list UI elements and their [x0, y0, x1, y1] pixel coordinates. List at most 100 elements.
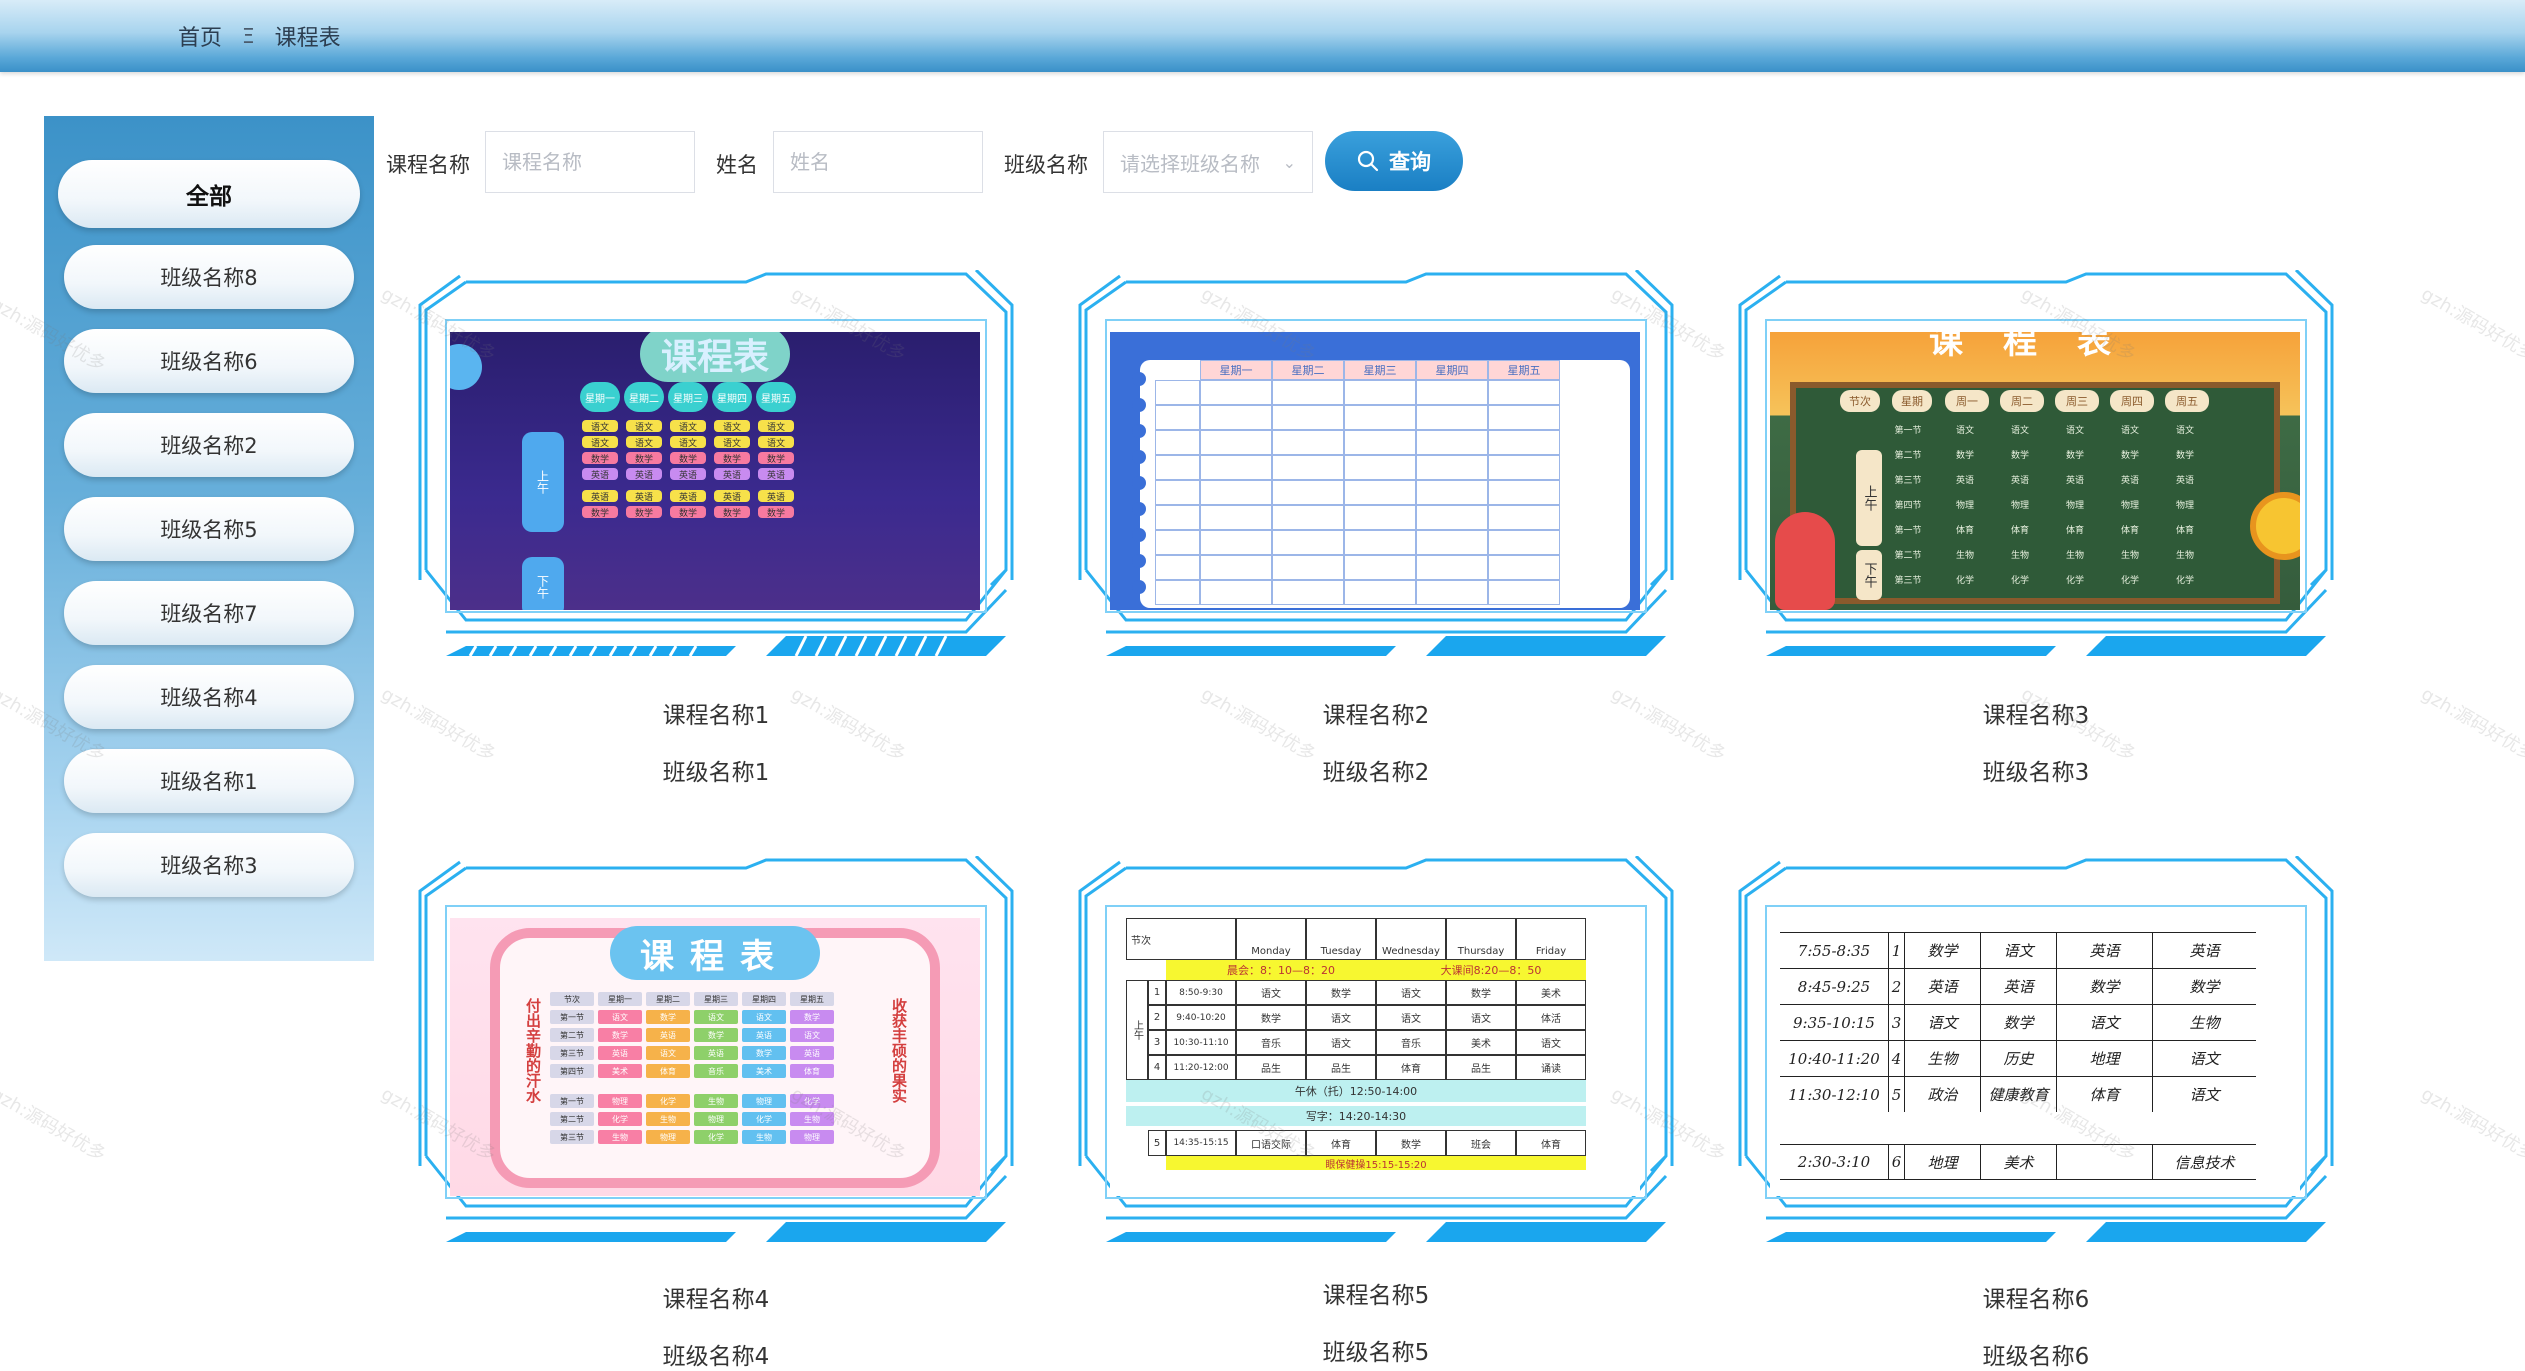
course-name-input[interactable] [485, 131, 695, 193]
name-input[interactable] [773, 131, 983, 193]
course-card-1[interactable]: 课程表 上午 下午 星期一 星期二 星期三 星期四 星期五 语文 语文 语文 语文 语文 语文 语文语… [406, 270, 1026, 800]
sidebar-item-class-8[interactable]: 班级名称8 [64, 245, 354, 309]
sidebar-item-all[interactable]: 全部 [58, 160, 360, 228]
course-card-6[interactable]: 7:55-8:35 1 数学 语文 英语 英语 8:45-9:25 2 英语 英语 数学 数学 9:35… [1726, 856, 2346, 1371]
sidebar-item-class-3[interactable]: 班级名称3 [64, 833, 354, 897]
schedule-cell [1272, 555, 1344, 580]
schedule-cell: 生物 [2120, 550, 2139, 561]
sidebar-item-class-1[interactable]: 班级名称1 [64, 749, 354, 813]
schedule-cell [1200, 580, 1272, 605]
schedule-cell [1344, 505, 1416, 530]
schedule-cell [1200, 380, 1272, 405]
schedule-cell: 口语交际 [1236, 1130, 1306, 1156]
schedule-cell: 英语 [626, 490, 662, 503]
breadcrumb-separator-icon: Ξ [242, 24, 255, 48]
schedule-cell: 体育 [2065, 525, 2084, 536]
binding-ring-icon [1132, 476, 1146, 490]
schedule-cell: 数学 [646, 1010, 690, 1024]
course-card-2[interactable]: 星期一 星期二 星期三 星期四 星期五 课程名称2 班级名称2 [1066, 270, 1686, 800]
schedule-cell: 英语 [582, 468, 618, 481]
schedule-cell: 英语 [714, 490, 750, 503]
schedule-cell: 生物 [694, 1094, 738, 1108]
schedule-cell: 英语 [582, 490, 618, 503]
schedule-cell: 音乐 [694, 1064, 738, 1078]
schedule-cell: 11:20-12:00 [1166, 1055, 1236, 1080]
schedule-cell: 历史 [1980, 1040, 2056, 1076]
watermark-text: gzh:源码好优多 [2417, 283, 2525, 366]
schedule-cell: 语文 [2065, 425, 2084, 436]
schedule-cell: 第一节 [550, 1010, 594, 1024]
schedule-thumbnail: 课程表 上午 下午 节次 星期 周一 周二 周三 周四 周五 第一节 语文 语文 语文 语文 语文 第二节… [1770, 332, 2300, 610]
sidebar-item-class-7[interactable]: 班级名称7 [64, 581, 354, 645]
binding-ring-icon [1132, 372, 1146, 386]
schedule-cell: 化学 [694, 1130, 738, 1144]
schedule-cell: 3 [1148, 1030, 1166, 1055]
schedule-cell: 体育 [1516, 1130, 1586, 1156]
schedule-cell [1488, 555, 1560, 580]
schedule-cell: 生物 [1904, 1040, 1980, 1076]
schedule-cell [1272, 455, 1344, 480]
header-cell: 星期二 [646, 992, 690, 1006]
schedule-cell: 4 [1148, 1055, 1166, 1080]
schedule-cell: 第二节 [1894, 550, 1922, 561]
left-slogan: 付出辛勤的汗水 [524, 998, 542, 1103]
schedule-cell: 生物 [2010, 550, 2029, 561]
header-cell: Friday [1516, 918, 1586, 960]
schedule-cell: 英语 [670, 468, 706, 481]
schedule-cell: 第四节 [1894, 500, 1922, 511]
schedule-cell: 英语 [1955, 475, 1974, 486]
class-name-label: 班级名称 [1004, 153, 1088, 177]
schedule-cell: 化学 [2065, 575, 2084, 586]
watermark-text: gzh:源码好优多 [0, 1083, 110, 1166]
schedule-cell: 英语 [2175, 475, 2194, 486]
sidebar-item-class-4[interactable]: 班级名称4 [64, 665, 354, 729]
header-cell: 周一 [1945, 390, 1989, 412]
query-button[interactable]: 查询 [1325, 131, 1463, 191]
schedule-cell: 英语 [2120, 475, 2139, 486]
schedule-cell: 1 [1148, 980, 1166, 1005]
thumbnail-title: 课程表 [640, 332, 790, 382]
schedule-cell [1200, 405, 1272, 430]
day-header: 星期二 [1272, 360, 1344, 380]
search-icon [1357, 150, 1379, 172]
schedule-cell: 美术 [1516, 980, 1586, 1005]
card-title: 课程名称6 [1982, 1287, 2090, 1313]
schedule-cell: 英语 [1904, 968, 1980, 1004]
schedule-cell: 数学 [1980, 1004, 2056, 1040]
bar-cell: 午休（托）12:50-14:00 [1126, 1080, 1586, 1102]
schedule-cell: 生物 [2175, 550, 2194, 561]
schedule-cell: 英语 [1980, 968, 2056, 1004]
schedule-cell [2056, 1144, 2152, 1180]
course-card-3[interactable]: 课程表 上午 下午 节次 星期 周一 周二 周三 周四 周五 第一节 语文 语文 语文 语文 语文 第二节… [1726, 270, 2346, 800]
schedule-cell [1200, 530, 1272, 555]
schedule-cell: 数学 [714, 452, 750, 465]
schedule-cell: 语文 [1376, 1005, 1446, 1030]
card-class: 班级名称2 [1322, 760, 1430, 786]
schedule-cell: 数学 [626, 452, 662, 465]
schedule-cell: 语文 [1236, 980, 1306, 1005]
schedule-cell: 语文 [626, 420, 662, 433]
breadcrumb-home-link[interactable]: 首页 [178, 20, 222, 52]
sidebar-item-class-2[interactable]: 班级名称2 [64, 413, 354, 477]
schedule-cell: 生物 [742, 1130, 786, 1144]
schedule-cell: 班会 [1446, 1130, 1516, 1156]
schedule-cell [1155, 530, 1200, 555]
schedule-cell: 英语 [626, 468, 662, 481]
class-name-select[interactable]: 请选择班级名称 ⌄ [1103, 131, 1313, 193]
schedule-cell: 英语 [2065, 475, 2084, 486]
sidebar-item-class-5[interactable]: 班级名称5 [64, 497, 354, 561]
schedule-cell [1488, 505, 1560, 530]
schedule-cell: 第二节 [550, 1028, 594, 1042]
course-card-5[interactable]: 节次 Monday Tuesday Wednesday Thursday Friday 晨会… [1066, 856, 1686, 1371]
course-card-4[interactable]: 课程表 付出辛勤的汗水 收获丰硕的果实 节次 星期一 星期二 星期三 星期四 星期五 第一节… [406, 856, 1026, 1371]
schedule-cell: 语文 [1980, 932, 2056, 968]
schedule-cell: 生物 [790, 1112, 834, 1126]
schedule-cell: 地理 [1904, 1144, 1980, 1180]
schedule-cell: 语文 [2056, 1004, 2152, 1040]
day-header: 星期三 [668, 382, 708, 412]
schedule-cell [1488, 455, 1560, 480]
schedule-thumbnail: 星期一 星期二 星期三 星期四 星期五 [1110, 332, 1640, 610]
schedule-cell: 物理 [1955, 500, 1974, 511]
schedule-cell: 1 [1888, 932, 1904, 968]
sidebar-item-class-6[interactable]: 班级名称6 [64, 329, 354, 393]
